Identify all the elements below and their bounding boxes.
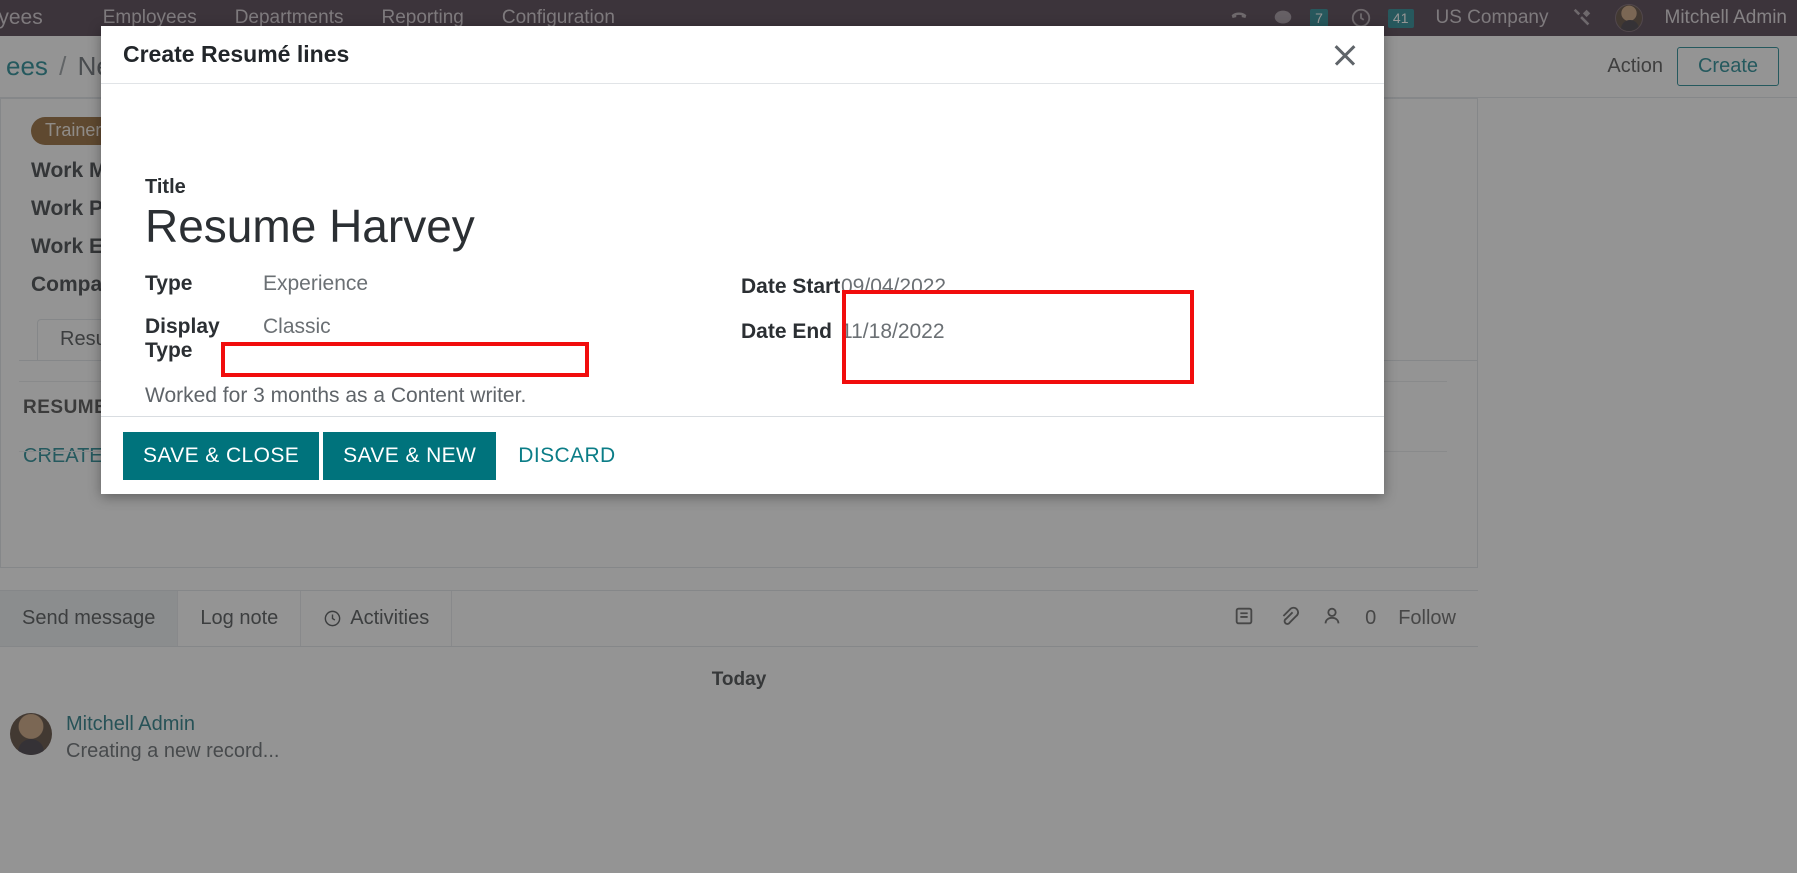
dialog-footer: SAVE & CLOSE SAVE & NEW DISCARD: [101, 416, 1384, 494]
right-field-group: Date Start 09/04/2022 Date End 11/18/202…: [741, 264, 1161, 354]
left-field-group: Title Resume Harvey Type Experience Disp…: [145, 176, 765, 408]
date-end-field: Date End 11/18/2022: [741, 309, 1161, 354]
save-close-button[interactable]: SAVE & CLOSE: [123, 431, 320, 480]
close-icon[interactable]: [1328, 38, 1362, 72]
title-input[interactable]: Resume Harvey: [145, 200, 765, 253]
display-type-input[interactable]: Classic: [263, 315, 331, 339]
type-input[interactable]: Experience: [263, 272, 368, 296]
app-page: loyees Employees Departments Reporting C…: [0, 0, 1797, 873]
title-label: Title: [145, 176, 186, 198]
display-type-field: Display Type Classic: [145, 315, 765, 363]
date-end-label: Date End: [741, 319, 833, 343]
create-resume-lines-dialog: Create Resumé lines Title Resume Harvey …: [101, 26, 1384, 494]
dialog-title: Create Resumé lines: [123, 41, 350, 67]
dialog-body: Title Resume Harvey Type Experience Disp…: [101, 84, 1384, 416]
description-input[interactable]: Worked for 3 months as a Content writer.: [145, 384, 765, 408]
date-start-label: Date Start: [741, 274, 841, 298]
date-start-field: Date Start 09/04/2022: [741, 264, 1161, 309]
date-start-input[interactable]: 09/04/2022: [841, 275, 946, 299]
type-label: Type: [145, 271, 193, 295]
save-new-button[interactable]: SAVE & NEW: [323, 431, 497, 480]
date-end-input[interactable]: 11/18/2022: [841, 320, 945, 344]
type-field: Type Experience: [145, 272, 765, 296]
display-type-label: Display Type: [145, 314, 220, 362]
dialog-header: Create Resumé lines: [101, 26, 1384, 84]
discard-button[interactable]: DISCARD: [500, 432, 633, 480]
